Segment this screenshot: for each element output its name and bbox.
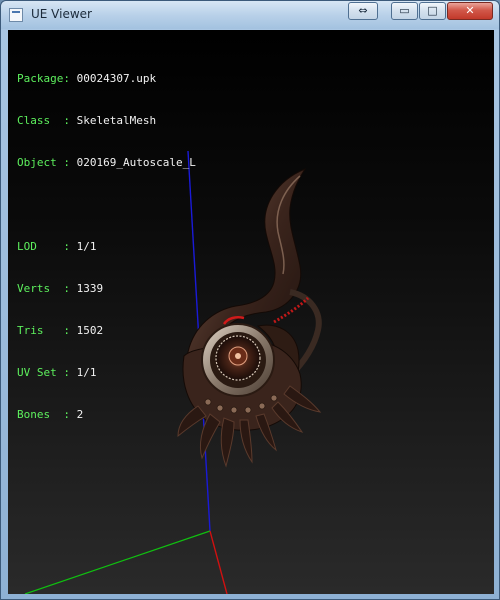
mesh-orb-dot	[235, 353, 241, 359]
info-row-tris: Tris : 1502	[17, 324, 196, 338]
info-label: Bones :	[17, 408, 77, 421]
app-icon	[9, 8, 23, 22]
window-title: UE Viewer	[31, 7, 92, 21]
info-label: UV Set :	[17, 366, 77, 379]
info-value: 1339	[76, 282, 104, 295]
title-bar[interactable]: UE Viewer ⇔ ▭ □ ✕	[1, 1, 499, 29]
info-label: Tris :	[17, 324, 77, 337]
info-label: LOD :	[17, 240, 77, 253]
info-row-lod: LOD : 1/1	[17, 240, 196, 254]
info-value: 1/1	[76, 240, 97, 253]
skeletal-mesh-model[interactable]	[177, 167, 322, 468]
info-label: Package:	[17, 72, 77, 85]
maximize-button[interactable]: □	[419, 2, 446, 20]
info-label: Object :	[17, 156, 77, 169]
3d-viewport[interactable]: Package: 00024307.upk Class : SkeletalMe…	[8, 30, 494, 594]
info-label: Verts :	[17, 282, 77, 295]
info-label: Class :	[17, 114, 77, 127]
info-row-bones: Bones : 2	[17, 408, 196, 422]
info-row-uv-set: UV Set : 1/1	[17, 366, 196, 380]
info-value: 00024307.upk	[76, 72, 157, 85]
info-value: 2	[76, 408, 84, 421]
y-axis-line	[24, 530, 211, 594]
info-row-object: Object : 020169_Autoscale_L	[17, 156, 196, 170]
info-value: SkeletalMesh	[76, 114, 157, 127]
info-row-package: Package: 00024307.upk	[17, 72, 196, 86]
info-row-verts: Verts : 1339	[17, 282, 196, 296]
info-value: 020169_Autoscale_L	[76, 156, 196, 169]
x-axis-line	[209, 530, 228, 594]
app-window: UE Viewer ⇔ ▭ □ ✕ Package: 00024307.upk …	[0, 0, 500, 600]
minimize-button[interactable]: ▭	[391, 2, 418, 20]
mesh-info-overlay: Package: 00024307.upk Class : SkeletalMe…	[17, 44, 196, 450]
info-row-class: Class : SkeletalMesh	[17, 114, 196, 128]
close-button[interactable]: ✕	[447, 2, 493, 20]
info-value: 1/1	[76, 366, 97, 379]
restore-size-button[interactable]: ⇔	[348, 2, 378, 20]
info-value: 1502	[76, 324, 104, 337]
